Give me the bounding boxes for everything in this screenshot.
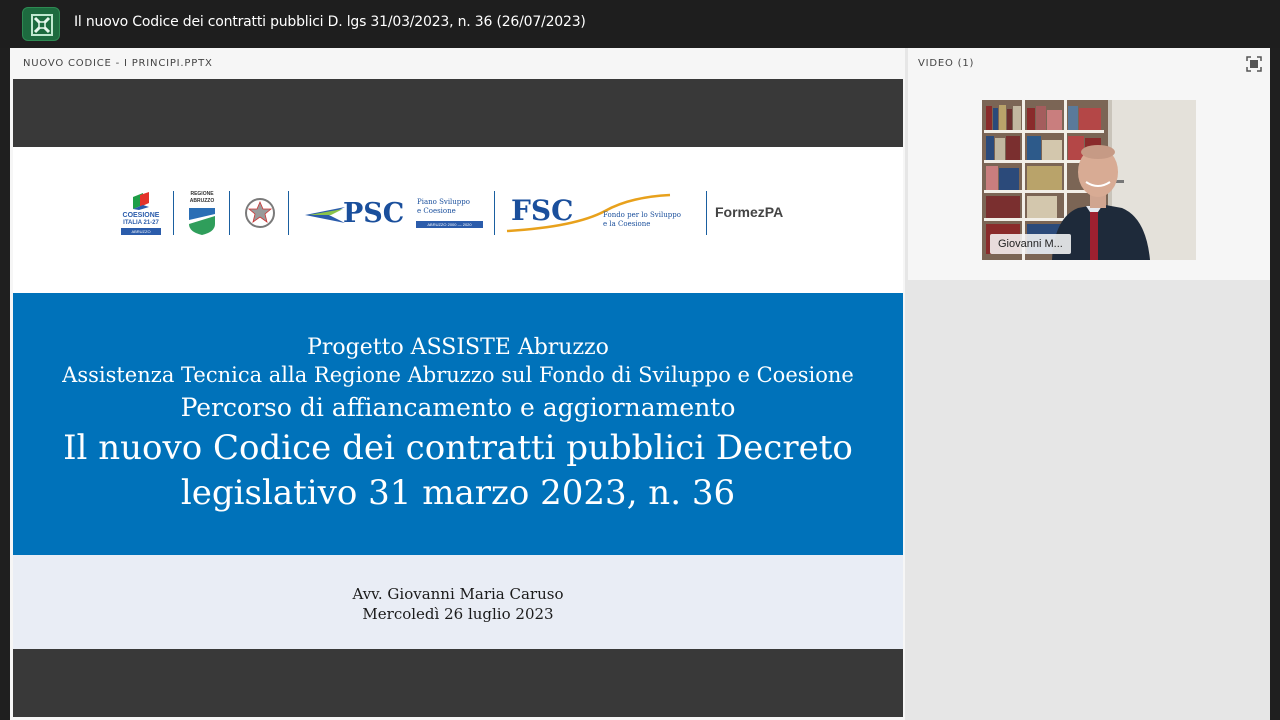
slide-main-title-line-1: Il nuovo Codice dei contratti pubblici D… bbox=[63, 428, 853, 468]
video-pod: VIDEO (1) Giovanni M... bbox=[908, 48, 1270, 280]
psc-subtitle-1: Piano Sviluppo bbox=[417, 198, 470, 206]
window-title: Il nuovo Codice dei contratti pubblici D… bbox=[74, 14, 586, 30]
title-bar: Il nuovo Codice dei contratti pubblici D… bbox=[0, 0, 1280, 48]
participant-video-feed[interactable]: Giovanni M... bbox=[982, 100, 1196, 260]
shared-slide: COESIONE ITALIA 21-27 ABRUZZO REGIONE AB… bbox=[13, 79, 903, 717]
fsc-logo: FSC Fondo per lo Sviluppo e la Coesione bbox=[505, 191, 705, 237]
formezpa-logo: FormezPA bbox=[715, 204, 784, 220]
psc-subtitle-2: e Coesione bbox=[417, 207, 456, 215]
video-pod-title: VIDEO (1) bbox=[918, 58, 975, 69]
slide-main-title-line-2: legislativo 31 marzo 2023, n. 36 bbox=[180, 473, 736, 513]
slide-letterbox-top bbox=[13, 79, 903, 147]
coesione-sublabel: ITALIA 21-27 bbox=[123, 220, 159, 226]
logo-divider bbox=[288, 191, 289, 235]
slide-course-line: Percorso di affiancamento e aggiornament… bbox=[180, 393, 736, 422]
slide-author-area: Avv. Giovanni Maria Caruso Mercoledì 26 … bbox=[13, 555, 903, 649]
logo-divider bbox=[173, 191, 174, 235]
share-pod-title: NUOVO CODICE - I PRINCIPI.PPTX bbox=[23, 58, 213, 69]
psc-label: PSC bbox=[343, 198, 405, 229]
participant-name-tag: Giovanni M... bbox=[990, 234, 1071, 254]
fsc-subtitle-2: e la Coesione bbox=[603, 220, 651, 228]
logo-divider bbox=[229, 191, 230, 235]
coesione-italia-logo: COESIONE ITALIA 21-27 ABRUZZO bbox=[117, 191, 165, 237]
slide-author: Avv. Giovanni Maria Caruso bbox=[352, 585, 564, 603]
share-pod-header: NUOVO CODICE - I PRINCIPI.PPTX bbox=[10, 48, 905, 78]
slide-date: Mercoledì 26 luglio 2023 bbox=[362, 605, 554, 623]
fsc-subtitle-1: Fondo per lo Sviluppo bbox=[603, 211, 681, 219]
slide-logo-strip: COESIONE ITALIA 21-27 ABRUZZO REGIONE AB… bbox=[13, 147, 903, 293]
slide-project-line: Progetto ASSISTE Abruzzo bbox=[307, 335, 609, 360]
app-logo-icon[interactable] bbox=[22, 7, 60, 41]
regione-sublabel: ABRUZZO bbox=[189, 198, 215, 204]
coesione-region-label: ABRUZZO bbox=[121, 228, 161, 235]
regione-abruzzo-logo: REGIONE ABRUZZO bbox=[185, 191, 219, 237]
psc-badge: ABRUZZO 2000 — 2020 bbox=[416, 221, 483, 228]
slide-title-area: Progetto ASSISTE Abruzzo Assistenza Tecn… bbox=[13, 293, 903, 555]
regione-label: REGIONE bbox=[190, 191, 214, 197]
slide-letterbox-bottom bbox=[13, 649, 903, 717]
logo-divider bbox=[706, 191, 707, 235]
slide-assistance-line: Assistenza Tecnica alla Regione Abruzzo … bbox=[62, 363, 854, 387]
logo-divider bbox=[494, 191, 495, 235]
psc-logo: PSC Piano Sviluppo e Coesione ABRUZZO 20… bbox=[303, 193, 493, 233]
repubblica-emblem-logo bbox=[243, 197, 277, 229]
fullscreen-icon[interactable] bbox=[1246, 56, 1262, 72]
coesione-label: COESIONE bbox=[122, 212, 160, 219]
